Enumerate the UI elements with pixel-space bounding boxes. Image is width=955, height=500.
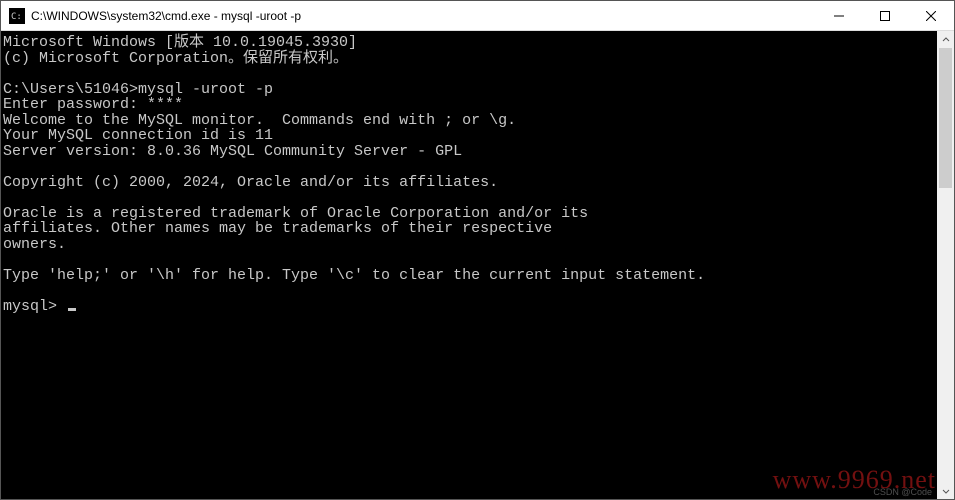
terminal-line [3, 66, 935, 82]
window-controls [816, 1, 954, 30]
terminal-line: Type 'help;' or '\h' for help. Type '\c'… [3, 268, 935, 284]
terminal-line: affiliates. Other names may be trademark… [3, 221, 935, 237]
terminal-line: Enter password: **** [3, 97, 935, 113]
terminal-line: (c) Microsoft Corporation。保留所有权利。 [3, 51, 935, 67]
client-area: Microsoft Windows [版本 10.0.19045.3930](c… [1, 31, 954, 499]
terminal-line [3, 283, 935, 299]
terminal-line [3, 159, 935, 175]
scroll-up-button[interactable] [937, 31, 954, 48]
svg-text:C:: C: [11, 12, 22, 22]
terminal-line: C:\Users\51046>mysql -uroot -p [3, 82, 935, 98]
terminal-line: Oracle is a registered trademark of Orac… [3, 206, 935, 222]
cmd-window: C: C:\WINDOWS\system32\cmd.exe - mysql -… [0, 0, 955, 500]
scroll-thumb[interactable] [939, 48, 952, 188]
window-title: C:\WINDOWS\system32\cmd.exe - mysql -uro… [31, 9, 816, 23]
terminal-line [3, 252, 935, 268]
cmd-icon: C: [9, 8, 25, 24]
minimize-button[interactable] [816, 1, 862, 30]
title-bar[interactable]: C: C:\WINDOWS\system32\cmd.exe - mysql -… [1, 1, 954, 31]
maximize-button[interactable] [862, 1, 908, 30]
terminal-prompt[interactable]: mysql> [3, 299, 935, 315]
terminal-line: Copyright (c) 2000, 2024, Oracle and/or … [3, 175, 935, 191]
close-button[interactable] [908, 1, 954, 30]
terminal-line: Welcome to the MySQL monitor. Commands e… [3, 113, 935, 129]
terminal-line: owners. [3, 237, 935, 253]
scroll-down-button[interactable] [937, 482, 954, 499]
scroll-track[interactable] [937, 48, 954, 482]
terminal-line: Your MySQL connection id is 11 [3, 128, 935, 144]
vertical-scrollbar[interactable] [937, 31, 954, 499]
terminal-output[interactable]: Microsoft Windows [版本 10.0.19045.3930](c… [1, 31, 937, 499]
terminal-line: Server version: 8.0.36 MySQL Community S… [3, 144, 935, 160]
terminal-line: Microsoft Windows [版本 10.0.19045.3930] [3, 35, 935, 51]
terminal-line [3, 190, 935, 206]
cursor [68, 308, 76, 311]
